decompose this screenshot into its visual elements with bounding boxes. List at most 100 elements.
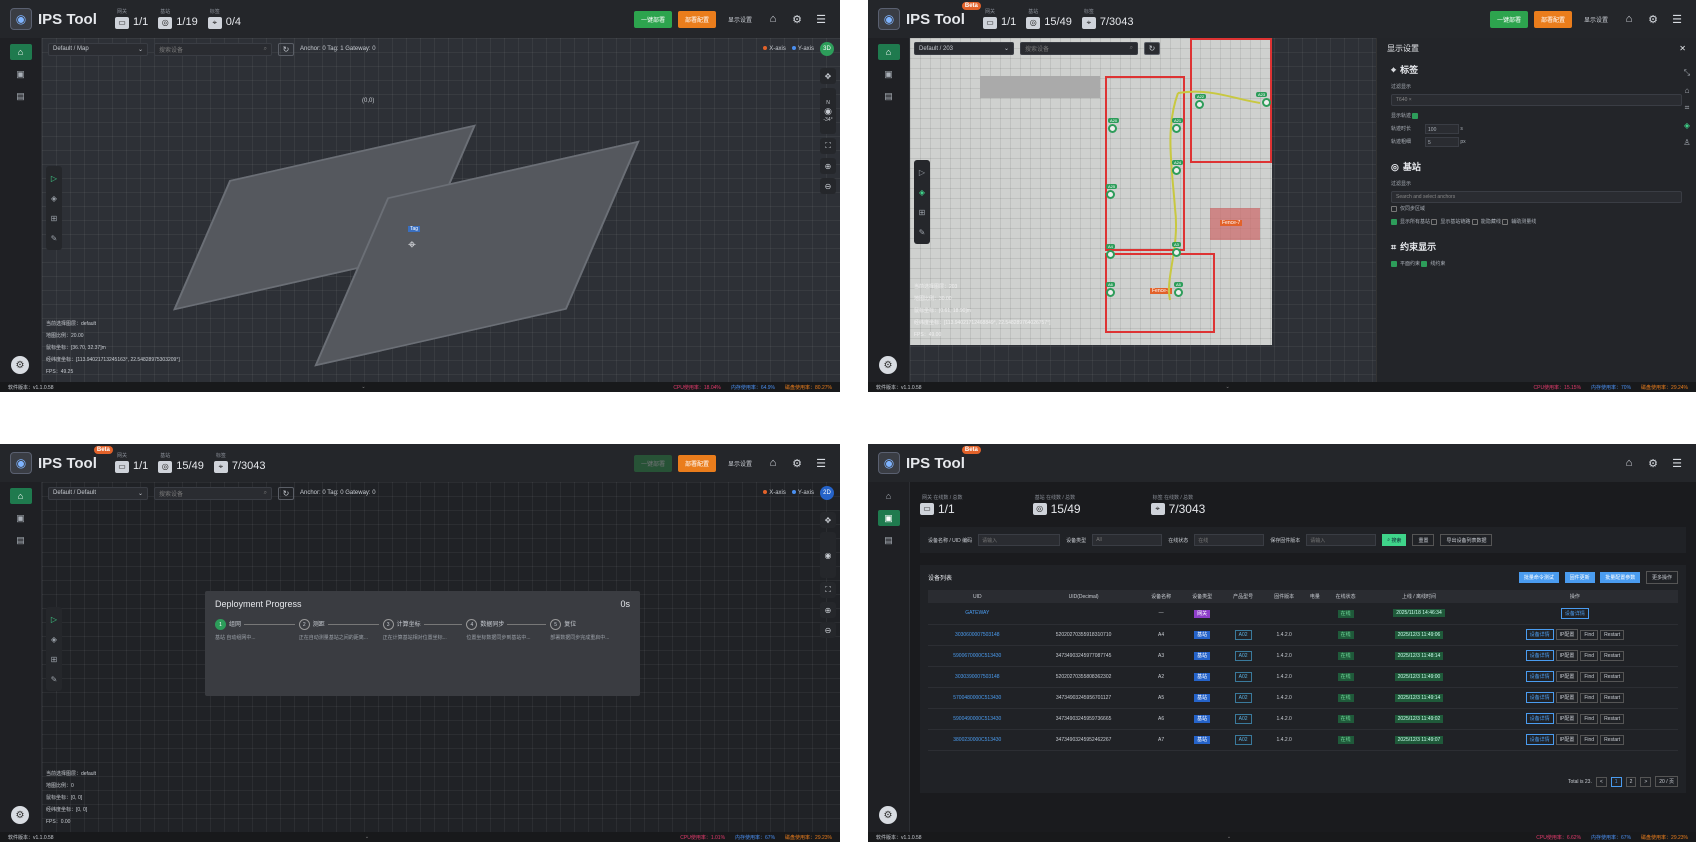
online-status-select[interactable]: 在线 xyxy=(1194,534,1265,546)
map-select[interactable]: Default / 203 ⌄ xyxy=(914,42,1014,55)
location-pin-icon[interactable]: ⌖ xyxy=(408,236,416,253)
tag-filter-select[interactable]: T640 × xyxy=(1391,94,1682,106)
device-nav-icon[interactable]: ▣ xyxy=(10,510,32,526)
display-settings-button[interactable]: 显示设置 xyxy=(722,11,758,28)
device-nav-icon[interactable]: ▣ xyxy=(10,66,32,82)
display-settings-button[interactable]: 显示设置 xyxy=(722,455,758,472)
refresh-icon[interactable]: ↻ xyxy=(278,42,294,56)
search-input[interactable]: 搜索设备 ⌕ xyxy=(1020,42,1138,55)
ruler-icon[interactable]: ✎ xyxy=(46,228,62,248)
anchor-node[interactable] xyxy=(1195,100,1204,109)
view-mode-toggle[interactable]: 3D xyxy=(820,42,834,56)
view-mode-toggle[interactable]: 2D xyxy=(820,486,834,500)
zoom-in-icon[interactable]: ⊕ xyxy=(820,158,836,174)
map-nav-icon[interactable]: ⌂ xyxy=(877,44,900,60)
menu-icon[interactable]: ☰ xyxy=(812,13,830,26)
gear-icon[interactable]: ⚙ xyxy=(1644,13,1662,26)
table-row[interactable]: 5700480000C513430 34734903245956701127 A5 基… xyxy=(928,687,1678,709)
deploy-config-button[interactable]: 部署配置 xyxy=(677,454,716,472)
android-icon[interactable]: ⌂ xyxy=(1620,457,1638,469)
ghost-line-checkbox[interactable] xyxy=(1471,218,1478,225)
book-nav-icon[interactable]: ▤ xyxy=(10,532,32,548)
row-action-button[interactable]: IP配置 xyxy=(1555,692,1579,703)
row-action-button[interactable]: 设备详情 xyxy=(1525,734,1554,745)
prev-page-button[interactable]: < xyxy=(1595,776,1607,787)
one-click-deploy-button[interactable]: 一键部署 xyxy=(633,454,672,472)
android-icon[interactable]: ⌂ xyxy=(764,457,782,469)
table-row[interactable]: 3030600007503148 52020270355918310710 A4 基站… xyxy=(928,624,1678,646)
menu-icon[interactable]: ☰ xyxy=(812,457,830,470)
floor-plan[interactable]: Default / 203 ⌄ 搜索设备 ⌕ ↻ Fence-7 Fence-3 A… xyxy=(910,38,1272,345)
map-nav-icon[interactable]: ⌂ xyxy=(9,488,32,504)
android-icon[interactable]: ⌂ xyxy=(1620,13,1638,25)
one-click-deploy-button[interactable]: 一键部署 xyxy=(633,10,672,28)
chevron-down-icon[interactable]: ⌄ xyxy=(1225,384,1229,390)
search-input[interactable]: 搜索设备 ⌕ xyxy=(154,42,272,56)
ruler-icon[interactable]: ✎ xyxy=(914,222,930,242)
anchor-node[interactable] xyxy=(1106,190,1115,199)
pointer-icon[interactable]: ▷ xyxy=(46,168,62,188)
show-link-checkbox[interactable] xyxy=(1431,218,1438,225)
ruler-icon[interactable]: ✎ xyxy=(46,669,62,689)
layers-icon[interactable]: ◈ xyxy=(46,629,62,649)
display-settings-button[interactable]: 显示设置 xyxy=(1578,11,1614,28)
device-nav-icon[interactable]: ▣ xyxy=(877,510,900,526)
book-nav-icon[interactable]: ▤ xyxy=(10,88,32,104)
row-action-button[interactable]: Restart xyxy=(1600,672,1625,682)
row-action-button[interactable]: Restart xyxy=(1600,693,1625,703)
row-action-button[interactable]: Find xyxy=(1580,714,1599,724)
batch-config-button[interactable]: 批量配置参数 xyxy=(1600,572,1641,583)
row-action-button[interactable]: Restart xyxy=(1600,630,1625,640)
anchor-node[interactable] xyxy=(1262,98,1271,107)
row-action-button[interactable]: Find xyxy=(1580,735,1599,745)
zoom-out-icon[interactable]: ⊖ xyxy=(820,178,836,194)
map-nav-icon[interactable]: ⌂ xyxy=(9,44,32,60)
anchor-filter-select[interactable]: Search and select anchors xyxy=(1391,191,1682,203)
anchor-node[interactable] xyxy=(1172,124,1181,133)
deploy-config-button[interactable]: 部署配置 xyxy=(1533,10,1572,28)
user-icon[interactable]: ♙ xyxy=(1683,138,1690,147)
search-input[interactable]: 搜索设备 ⌕ xyxy=(154,486,272,500)
firmware-update-button[interactable]: 固件更新 xyxy=(1564,572,1595,583)
anchor-node[interactable] xyxy=(1108,124,1117,133)
track-time-input[interactable]: 100 xyxy=(1425,123,1460,134)
one-click-deploy-button[interactable]: 一键部署 xyxy=(1489,10,1528,28)
next-page-button[interactable]: > xyxy=(1640,776,1652,787)
fullscreen-icon[interactable]: ⛶ xyxy=(820,138,836,154)
book-nav-icon[interactable]: ▤ xyxy=(878,532,900,548)
row-action-button[interactable]: 设备详情 xyxy=(1525,629,1554,640)
layers-icon[interactable]: ◈ xyxy=(914,182,930,202)
map-select[interactable]: Default / Map ⌄ xyxy=(48,42,148,56)
table-row[interactable]: 3800230000C513430 34734903245952462267 A7 基… xyxy=(928,729,1678,751)
anchor-node[interactable] xyxy=(1106,250,1115,259)
map-canvas[interactable]: Default / Map ⌄ 搜索设备 ⌕ ↻ Anchor: 0 Tag: 1 … xyxy=(42,38,840,382)
page-1-button[interactable]: 1 xyxy=(1610,776,1622,787)
settings-fab-icon[interactable]: ⚙ xyxy=(11,356,29,374)
layers-icon[interactable]: ◈ xyxy=(1684,121,1690,130)
gear-icon[interactable]: ⚙ xyxy=(788,13,806,26)
grid-icon[interactable]: ⊞ xyxy=(46,649,62,669)
reset-button[interactable]: 重置 xyxy=(1412,534,1435,546)
row-action-button[interactable]: IP配置 xyxy=(1555,671,1579,682)
expand-icon[interactable]: ⤡ xyxy=(1684,68,1690,78)
compass-icon[interactable]: ◉ xyxy=(820,532,836,578)
pointer-icon[interactable]: ▷ xyxy=(914,162,930,182)
pointer-icon[interactable]: ▷ xyxy=(46,609,62,629)
row-action-button[interactable]: Restart xyxy=(1600,714,1625,724)
gear-icon[interactable]: ⚙ xyxy=(788,457,806,470)
chevron-down-icon[interactable]: ⌄ xyxy=(361,384,365,390)
row-action-button[interactable]: IP配置 xyxy=(1555,734,1579,745)
settings-fab-icon[interactable]: ⚙ xyxy=(879,356,897,374)
row-action-button[interactable]: Find xyxy=(1580,672,1599,682)
name-uid-input[interactable]: 请输入 xyxy=(978,534,1061,546)
table-row[interactable]: GATEWAY — 网关 在线 2025/11/18 14:46:34 设备详情 xyxy=(928,603,1678,625)
show-all-checkbox[interactable] xyxy=(1391,218,1397,225)
more-actions-button[interactable]: 更多操作 xyxy=(1645,571,1678,584)
deploy-config-button[interactable]: 部署配置 xyxy=(677,10,716,28)
move-icon[interactable]: ✥ xyxy=(820,512,836,528)
grid-icon[interactable]: ⊞ xyxy=(46,208,62,228)
sync-area-checkbox[interactable] xyxy=(1391,205,1397,212)
row-action-button[interactable]: Restart xyxy=(1600,651,1625,661)
firmware-input[interactable]: 请输入 xyxy=(1306,534,1377,546)
device-type-select[interactable]: All xyxy=(1092,534,1163,546)
